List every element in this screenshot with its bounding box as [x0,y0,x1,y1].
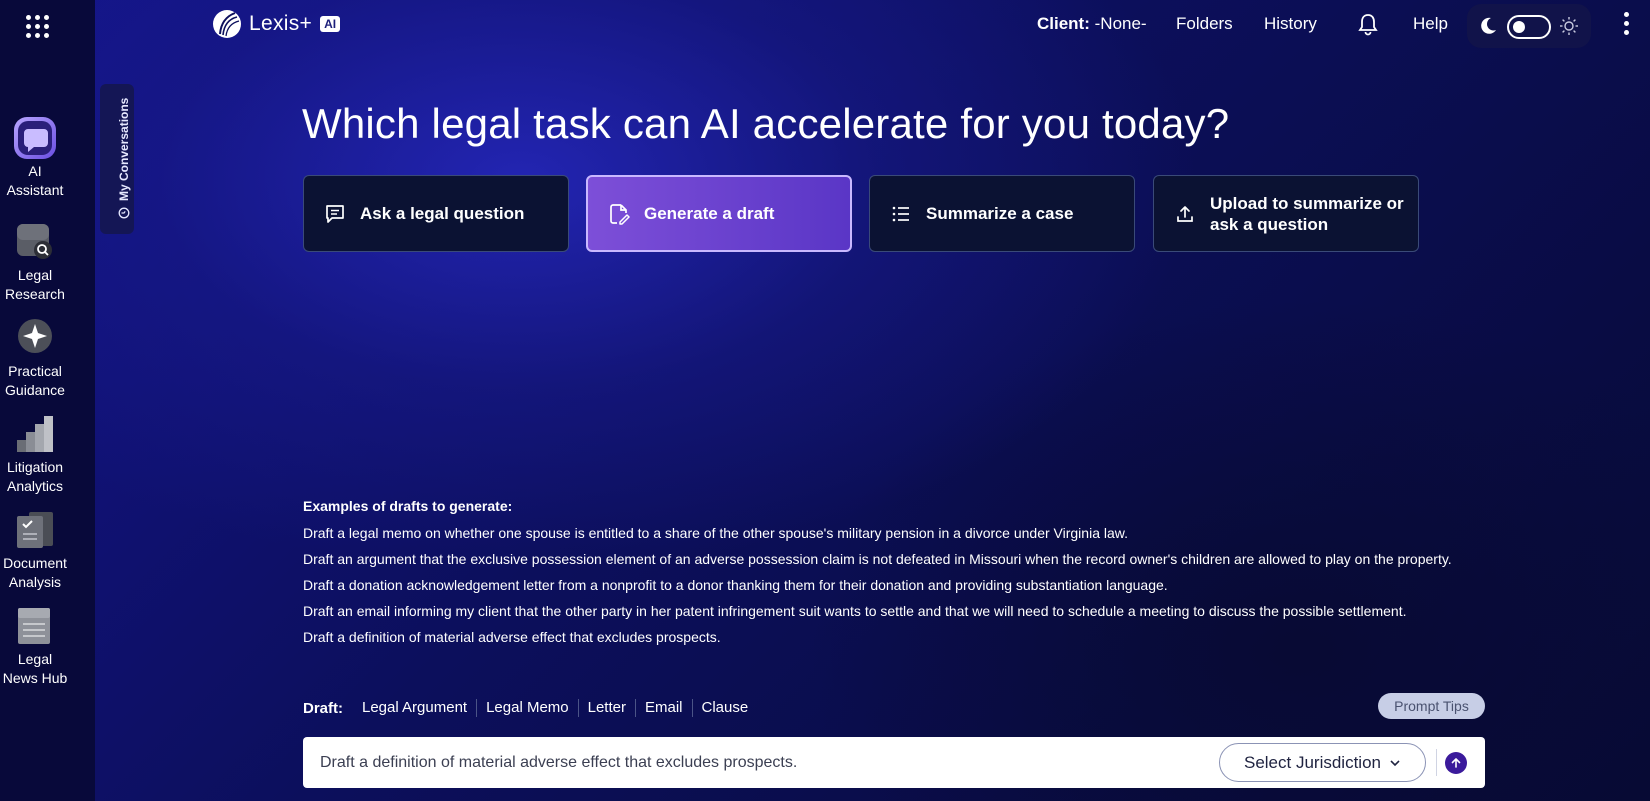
sidebar-item-label: Document [3,555,67,571]
prompt-box: Select Jurisdiction [303,737,1485,788]
divider [1436,749,1437,776]
chat-icon [326,204,344,223]
legal-news-hub-icon [15,606,55,646]
select-jurisdiction-dropdown[interactable]: Select Jurisdiction [1219,743,1426,782]
history-clock-icon [118,207,130,219]
page-title: Which legal task can AI accelerate for y… [302,100,1230,147]
legal-research-icon [15,222,55,262]
draft-icon [610,203,630,225]
draft-type-label: Draft: [303,699,343,717]
sidebar-item-label: Research [5,286,65,302]
task-label: Upload to summarize or ask a question [1210,193,1404,234]
examples-title: Examples of drafts to generate: [303,498,513,514]
submit-button[interactable] [1445,752,1467,774]
client-value: -None- [1094,14,1147,33]
lexis-logo[interactable]: Lexis+ AI [211,8,341,40]
prompt-input[interactable] [320,751,1200,775]
draft-type-selector: Draft: Legal Argument Legal Memo Letter … [303,699,757,717]
jurisdiction-label: Select Jurisdiction [1243,752,1381,772]
example-prompt[interactable]: Draft an argument that the exclusive pos… [303,550,1503,569]
example-prompt[interactable]: Draft an email informing my client that … [303,602,1503,621]
draft-type-email[interactable]: Email [636,699,693,717]
sidebar-item-label: AI [28,163,42,179]
example-prompt[interactable]: Draft a definition of material adverse e… [303,628,1503,647]
help-link[interactable]: Help [1413,14,1448,34]
task-label: Generate a draft [644,204,775,223]
lexis-globe-icon [213,10,241,38]
theme-toggle [1467,4,1591,48]
sidebar-item-practical-guidance[interactable]: Practical Guidance [0,318,70,400]
sidebar-item-document-analysis[interactable]: Document Analysis [0,510,70,592]
theme-switch-knob [1513,21,1525,33]
client-label: Client: [1037,14,1090,33]
task-ask-legal-question[interactable]: Ask a legal question [303,175,569,252]
example-prompt[interactable]: Draft a donation acknowledgement letter … [303,576,1503,595]
list-icon [892,206,909,221]
example-prompt[interactable]: Draft a legal memo on whether one spouse… [303,524,1503,543]
examples-section: Examples of drafts to generate: Draft a … [303,498,1503,654]
folders-link[interactable]: Folders [1176,14,1233,34]
history-link[interactable]: History [1264,14,1317,34]
upload-icon [1177,205,1193,222]
theme-switch[interactable] [1507,15,1551,39]
prompt-tips-button[interactable]: Prompt Tips [1378,693,1485,719]
sidebar-item-label: Guidance [5,382,65,398]
sidebar-item-label: Analytics [6,478,64,494]
chevron-down-icon [1390,759,1400,766]
moon-icon [1481,17,1496,34]
practical-guidance-icon [15,318,55,358]
my-conversations-tab[interactable]: My Conversations [100,84,134,234]
left-sidebar: AI Assistant Legal Research Practical Gu… [0,0,95,801]
document-analysis-icon [15,510,55,550]
draft-type-letter[interactable]: Letter [579,699,636,717]
notifications-bell-icon[interactable] [1357,12,1379,41]
app-grid-menu-icon[interactable] [26,15,50,39]
sidebar-item-label: Litigation [6,459,64,475]
logo-ai-badge: AI [320,16,341,32]
draft-type-legal-argument[interactable]: Legal Argument [353,699,478,717]
ai-assistant-icon [14,117,56,159]
sidebar-item-litigation-analytics[interactable]: Litigation Analytics [0,414,70,496]
top-bar: Lexis+ AI Client: -None- Folders History… [95,0,1650,48]
sun-icon [1560,17,1578,35]
task-label: Summarize a case [926,204,1074,223]
litigation-analytics-icon [15,414,55,454]
logo-text: Lexis+ [249,12,313,35]
sidebar-item-label: News Hub [2,670,68,686]
sidebar-item-label: Practical [8,363,62,379]
sidebar-item-label: Analysis [8,574,62,590]
more-options-icon[interactable] [1621,12,1631,38]
task-upload-summarize[interactable]: Upload to summarize or ask a question [1153,175,1419,252]
draft-type-legal-memo[interactable]: Legal Memo [477,699,579,717]
draft-type-clause[interactable]: Clause [693,699,758,717]
task-generate-draft[interactable]: Generate a draft [586,175,852,252]
sidebar-item-legal-news-hub[interactable]: Legal News Hub [0,606,70,688]
arrow-up-icon [1451,758,1461,768]
sidebar-item-legal-research[interactable]: Legal Research [0,222,70,304]
sidebar-item-ai-assistant[interactable]: AI Assistant [0,117,70,200]
task-summarize-case[interactable]: Summarize a case [869,175,1135,252]
client-selector[interactable]: Client: -None- [1037,14,1147,34]
sidebar-item-label: Legal [17,651,53,667]
task-label: Ask a legal question [360,204,525,223]
sidebar-item-label: Legal [17,267,53,283]
sidebar-item-label: Assistant [6,182,64,198]
my-conversations-label: My Conversations [117,97,131,201]
